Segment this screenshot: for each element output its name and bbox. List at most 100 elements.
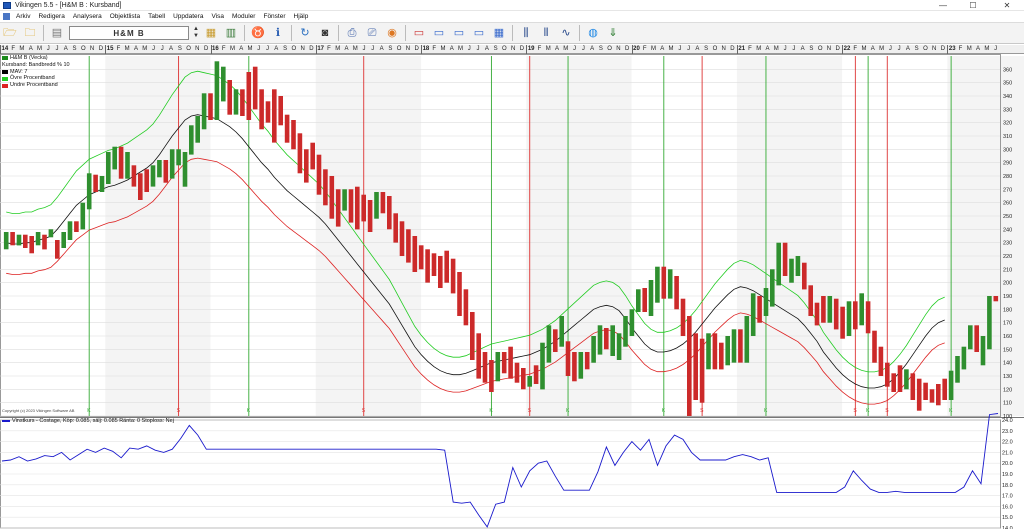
price-bar xyxy=(189,125,194,155)
candlestick-icon[interactable]: ⫼ xyxy=(518,25,534,41)
camera-icon[interactable]: ◙ xyxy=(317,25,333,41)
menu-fonster[interactable]: Fönster xyxy=(259,13,289,20)
minimize-button[interactable]: — xyxy=(930,0,956,11)
open-folder-icon[interactable]: 🗁 xyxy=(2,25,18,41)
maximize-button[interactable]: ☐ xyxy=(960,0,986,11)
price-tick-label: 310 xyxy=(1003,134,1012,140)
timeline-month: A xyxy=(379,46,384,52)
timeline-month: S xyxy=(598,46,603,52)
price-bar xyxy=(150,165,156,187)
line-chart-icon[interactable]: ∿ xyxy=(558,25,574,41)
price-bar xyxy=(693,333,698,400)
price-tick-label: 230 xyxy=(1003,241,1012,247)
info-icon[interactable]: ℹ xyxy=(270,25,286,41)
spin-down-icon[interactable]: ▼ xyxy=(193,33,199,40)
timeline-month: N xyxy=(405,46,411,52)
timeline-month: F xyxy=(327,46,331,52)
timeline-month: O xyxy=(607,46,612,52)
price-bar xyxy=(195,116,200,143)
timeline-month: M xyxy=(773,46,779,52)
menu-bar: Arkiv Redigera Analysera Objektlista Tab… xyxy=(0,11,1024,22)
window-tile-icon[interactable]: ▭ xyxy=(431,25,447,41)
instrument-spinner[interactable]: ▲ ▼ xyxy=(191,25,201,41)
price-bar xyxy=(291,120,296,150)
price-bar xyxy=(636,289,641,312)
timeline-month: M xyxy=(19,46,25,52)
menu-objektlista[interactable]: Objektlista xyxy=(106,13,144,20)
window-cascade-icon[interactable]: ▭ xyxy=(451,25,467,41)
signal-label: K xyxy=(87,408,91,414)
menu-arkiv[interactable]: Arkiv xyxy=(12,13,34,20)
menu-redigera[interactable]: Redigera xyxy=(34,13,68,20)
signal-label: K xyxy=(662,408,666,414)
menu-tabell[interactable]: Tabell xyxy=(144,13,169,20)
timeline-month: D xyxy=(203,46,209,52)
menu-visa[interactable]: Visa xyxy=(207,13,228,20)
price-tick-label: 280 xyxy=(1003,174,1012,180)
timeline-month: S xyxy=(388,46,393,52)
download-icon[interactable]: ⇓ xyxy=(605,25,621,41)
print-icon[interactable]: ⎙ xyxy=(344,25,360,41)
window-split-icon[interactable]: ▭ xyxy=(471,25,487,41)
price-bar xyxy=(23,234,28,248)
price-bar xyxy=(131,165,137,187)
price-bar xyxy=(629,309,635,336)
menu-analysera[interactable]: Analysera xyxy=(69,13,106,20)
print-preview-icon[interactable]: ⎚ xyxy=(364,25,380,41)
menu-moduler[interactable]: Moduler xyxy=(228,13,259,20)
palette-icon[interactable]: ◉ xyxy=(384,25,400,41)
spin-up-icon[interactable]: ▲ xyxy=(193,26,199,33)
price-bar xyxy=(840,306,845,339)
timeline-month: F xyxy=(537,46,542,52)
separator xyxy=(43,25,44,41)
chart-area[interactable]: 100 110 120 130 140 150 160 170 180 190 200 210 220 2… xyxy=(0,54,1024,531)
timeline-axis[interactable]: 14 F M A M J J A S O N D 15 F M A M J J A S O N D 16 F M A M J J A S O N D 1… xyxy=(0,45,1024,54)
report-icon[interactable]: ▦ xyxy=(203,25,219,41)
timeline-month: O xyxy=(923,46,928,52)
price-bar xyxy=(67,221,73,240)
refresh-icon[interactable]: ↻ xyxy=(297,25,313,41)
timeline-month: A xyxy=(449,46,454,52)
price-bar xyxy=(16,234,22,246)
price-bar xyxy=(80,202,86,230)
timeline-month: F xyxy=(432,46,437,52)
price-bar xyxy=(833,298,839,330)
separator xyxy=(512,25,513,41)
folder-icon[interactable]: 🗀 xyxy=(22,25,38,41)
price-bar xyxy=(86,173,92,210)
menu-uppdatera[interactable]: Uppdatera xyxy=(169,13,207,20)
price-bar xyxy=(169,149,175,179)
separator xyxy=(579,25,580,41)
signal-label: S xyxy=(853,408,857,414)
globe-icon[interactable]: ◍ xyxy=(585,25,601,41)
price-bar xyxy=(508,346,513,379)
bar-chart-icon[interactable]: ⫴ xyxy=(538,25,554,41)
price-tick-label: 320 xyxy=(1003,121,1012,127)
price-bar xyxy=(572,352,577,382)
list-icon[interactable]: ▥ xyxy=(223,25,239,41)
price-bar xyxy=(99,176,105,192)
timeline-month: A xyxy=(555,46,560,52)
window-red-icon[interactable]: ▭ xyxy=(411,25,427,41)
price-tick-label: 350 xyxy=(1003,81,1012,87)
signal-label: K xyxy=(866,408,870,414)
close-button[interactable]: ✕ xyxy=(994,0,1020,11)
price-chart[interactable]: 1001101201301401501601701801902002102202… xyxy=(0,54,1024,531)
price-bar xyxy=(501,352,507,374)
grid-icon[interactable]: ▦ xyxy=(491,25,507,41)
price-bar xyxy=(355,186,360,230)
document-icon xyxy=(3,13,10,20)
app-icon xyxy=(3,1,11,9)
timeline-month: J xyxy=(467,46,471,52)
price-bar xyxy=(246,72,252,120)
timeline-month: J xyxy=(55,46,59,52)
price-bar xyxy=(699,338,705,403)
price-bar xyxy=(208,93,213,120)
notebook-icon[interactable]: ▤ xyxy=(49,25,65,41)
timeline-month: D xyxy=(414,46,419,52)
bull-bear-icon[interactable]: ♉ xyxy=(250,25,266,41)
price-bar xyxy=(961,346,967,370)
price-bar xyxy=(252,66,258,110)
menu-hjalp[interactable]: Hjälp xyxy=(290,13,313,20)
instrument-select[interactable]: H&M B xyxy=(69,26,189,40)
